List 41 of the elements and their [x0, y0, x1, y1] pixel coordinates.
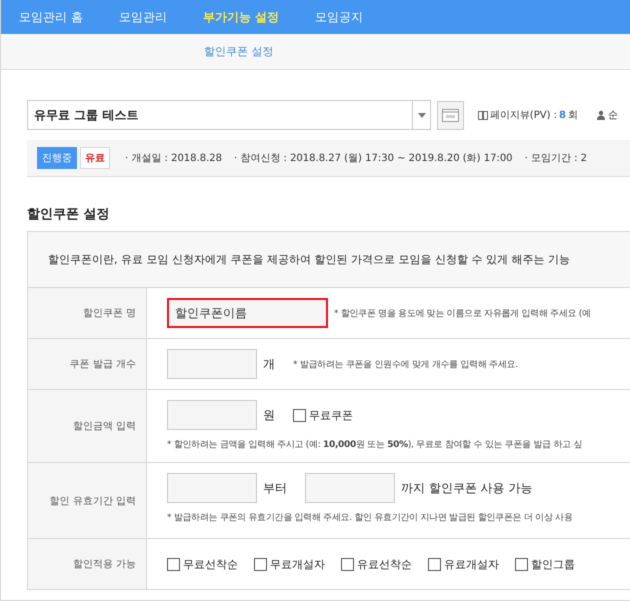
window-icon — [442, 108, 459, 122]
caret-icon — [418, 112, 426, 118]
row-label: 할인적용 가능 — [28, 539, 147, 589]
count-field[interactable] — [167, 349, 257, 379]
checkbox[interactable]: 유료선착순 — [341, 556, 412, 572]
checkbox[interactable]: 무료쿠폰 — [293, 408, 353, 422]
stat-value: 8 — [559, 110, 566, 120]
end-date-field[interactable] — [305, 473, 395, 503]
hint-text: * 할인하려는 금액을 입력해 주시고 (예: 10,000원 또는 50%), 무료로 참여할 수 있는 쿠폰을 발급 하고 싶 — [167, 439, 584, 451]
amount-field[interactable] — [167, 400, 257, 430]
stat-label: 페이지뷰(PV) : — [490, 109, 558, 122]
info-text: · 개설일 : 2018.8.28 — [125, 152, 222, 165]
preview-button[interactable] — [437, 100, 464, 130]
hint-text: * 발급하려는 쿠폰의 유효기간을 입력해 주세요. 할인 유효기간이 지나면 발급된 할인쿠폰은 더 이상 사용 — [167, 512, 574, 524]
stat-unit: 회 — [568, 109, 578, 122]
unit-label: 부터 — [263, 480, 287, 496]
row-label: 할인 유효기간 입력 — [28, 463, 147, 538]
status-badge: 유료 — [80, 147, 110, 169]
status-badge: 진행중 — [37, 147, 77, 169]
stat-label: 순 — [608, 109, 618, 122]
checkbox[interactable]: 무료개설자 — [254, 556, 325, 572]
info-text: · 모임기간 : 2 — [524, 152, 588, 165]
hint-text: * 발급하려는 쿠폰을 인원수에 맞게 개수를 입력해 주세요. — [293, 358, 518, 370]
start-date-field[interactable] — [167, 473, 257, 503]
checkbox[interactable]: 할인그룹 — [515, 556, 575, 572]
unit-label: 원 — [263, 406, 275, 424]
unit-label: 개 — [263, 356, 275, 372]
book-icon — [478, 110, 488, 120]
row-label: 할인쿠폰 명 — [28, 288, 147, 338]
row-label: 할인금액 입력 — [28, 390, 147, 462]
row-label: 쿠폰 발급 개수 — [28, 339, 147, 389]
intro-text: 할인쿠폰이란, 유료 모임 신청자에게 쿠폰을 제공하여 할인된 가격으로 모임을 신청할 수 있게 해주는 기능 — [28, 232, 630, 288]
info-text: · 참여신청 : 2018.8.27 (월) 17:30 ~ 2019.8.20 (화) 17:00 — [234, 152, 513, 165]
group-select[interactable]: 유무료 그룹 테스트 — [27, 100, 432, 130]
person-icon — [596, 110, 606, 120]
checkbox[interactable]: 유료개설자 — [428, 556, 499, 572]
checkbox[interactable]: 무료선착순 — [167, 556, 238, 572]
hint-text: * 할인쿠폰 명을 용도에 맞는 이름으로 자유롭게 입력해 주세요 (예 — [334, 308, 591, 320]
unit-label: 까지 할인쿠폰 사용 가능 — [401, 480, 532, 496]
section-title: 할인쿠폰 설정 — [27, 206, 111, 223]
coupon-name-field[interactable]: 할인쿠폰이름 — [167, 298, 328, 328]
